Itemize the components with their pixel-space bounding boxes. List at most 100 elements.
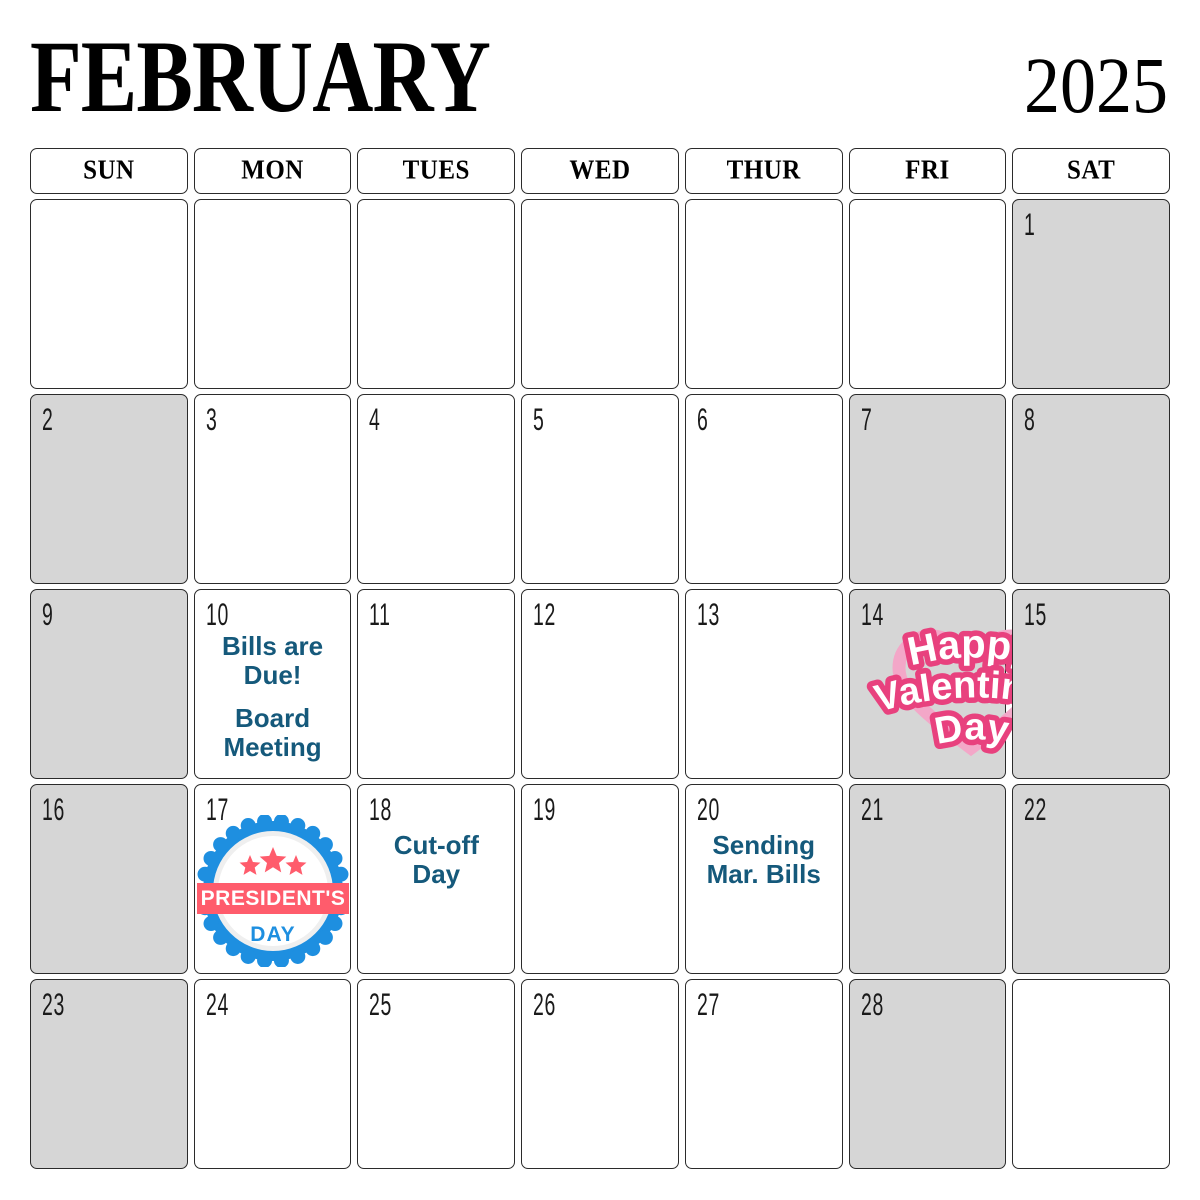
day-cell-16[interactable]: 16 [30,784,188,974]
svg-text:DAY: DAY [250,923,295,946]
day-cell-24[interactable]: 24 [193,979,352,1169]
day-number: 1 [1024,207,1036,242]
calendar-page: FEBRUARY 2025 SUN MON TUES WED THUR FRI SAT 12… [0,0,1200,1200]
day-cell-empty[interactable] [521,199,679,389]
day-cell-18[interactable]: 18 Cut-off Day [357,784,516,974]
day-number: 11 [369,597,392,632]
day-number: 22 [1024,792,1048,827]
day-cell-25[interactable]: 25 [357,979,516,1169]
calendar-weeks: 1 2 3 4 5 6 7 8 9 10 Bills are Due! Board Meeting 11… [30,199,1170,1169]
day-cell-14[interactable]: 14HappyHappyValentinesValentinesDayDay [848,589,1077,779]
weekday-header-wed: WED [521,148,679,194]
day-number: 3 [205,402,218,437]
year-label: 2025 [1024,41,1168,130]
event-label: Sending Mar. Bills [706,830,821,890]
day-number: 15 [1024,597,1048,632]
day-number: 9 [42,597,54,632]
weekday-label: SAT [1066,155,1116,186]
day-cell-19[interactable]: 19 [521,784,679,974]
event-list: Bills are Due! Board Meeting [199,631,347,763]
day-cell-9[interactable]: 9 [30,589,188,779]
weekday-label: WED [569,155,631,186]
day-cell-empty[interactable] [357,199,516,389]
day-cell-1[interactable]: 1 [1012,199,1170,389]
day-cell-28[interactable]: 28 [848,979,1007,1169]
day-cell-empty[interactable] [848,199,1007,389]
week-row: 9 10 Bills are Due! Board Meeting 11 12 13 14 Ha… [30,589,1170,779]
weekday-header-tues: TUES [357,148,516,194]
day-cell-7[interactable]: 7 [848,394,1007,584]
weekday-label: TUES [402,155,470,186]
day-number: 10 [205,597,229,632]
day-cell-6[interactable]: 6 [684,394,843,584]
day-number: 16 [42,792,66,827]
weekday-label: THUR [726,155,801,186]
day-cell-13[interactable]: 13 [684,589,843,779]
day-number: 6 [696,402,709,437]
day-cell-11[interactable]: 11 [357,589,516,779]
day-cell-23[interactable]: 23 [30,979,188,1169]
day-number: 5 [533,402,545,437]
week-row: 16 17 PRESIDENT'S DAY 18 Cut-off Day 19 20 Sendi… [30,784,1170,974]
day-cell-12[interactable]: 12 [521,589,679,779]
day-number: 4 [369,402,381,437]
day-cell-21[interactable]: 21 [848,784,1007,974]
event-list: Sending Mar. Bills [690,830,838,890]
week-row: 2 3 4 5 6 7 8 [30,394,1170,584]
day-cell-empty[interactable] [193,199,352,389]
day-cell-22[interactable]: 22 [1012,784,1170,974]
day-cell-17[interactable]: 17 PRESIDENT'S DAY [193,784,352,974]
day-number: 28 [860,987,884,1022]
day-number: 18 [369,792,393,827]
day-number: 19 [533,792,557,827]
calendar-grid: SUN MON TUES WED THUR FRI SAT 1 2 3 4 5 6 7 8 9 10 Bills… [30,148,1170,1174]
day-number: 21 [860,792,884,827]
calendar-title-row: FEBRUARY 2025 [30,25,1168,132]
weekday-header-mon: MON [193,148,352,194]
weekday-header-sun: SUN [30,148,188,194]
day-cell-empty[interactable] [1012,979,1170,1169]
event-list: Cut-off Day [362,830,510,890]
day-cell-5[interactable]: 5 [521,394,679,584]
day-number: 20 [696,792,720,827]
weekday-header-thur: THUR [684,148,843,194]
weekday-header-fri: FRI [848,148,1007,194]
day-cell-8[interactable]: 8 [1012,394,1170,584]
event-label: Bills are Due! [221,631,324,691]
weekday-label: FRI [905,155,950,186]
svg-text:PRESIDENT'S: PRESIDENT'S [200,887,345,910]
day-cell-2[interactable]: 2 [30,394,188,584]
svg-text:Day: Day [931,706,1011,752]
day-cell-empty[interactable] [30,199,188,389]
day-number: 23 [42,987,66,1022]
weekday-header-sat: SAT [1012,148,1170,194]
day-cell-20[interactable]: 20 Sending Mar. Bills [684,784,843,974]
day-number: 24 [205,987,229,1022]
svg-text:Day: Day [931,706,1011,752]
day-number: 13 [696,597,720,632]
week-row: 23 24 25 26 27 28 [30,979,1170,1169]
day-cell-26[interactable]: 26 [521,979,679,1169]
event-label: Cut-off Day [393,830,479,890]
day-number: 7 [860,402,873,437]
day-number: 27 [696,987,720,1022]
weekday-label: MON [241,155,304,186]
day-cell-10[interactable]: 10 Bills are Due! Board Meeting [193,589,352,779]
page-title: FEBRUARY [30,19,491,134]
day-cell-15[interactable]: 15 [1012,589,1170,779]
weekday-header-row: SUN MON TUES WED THUR FRI SAT [30,148,1170,194]
day-cell-3[interactable]: 3 [193,394,352,584]
day-number: 12 [533,597,557,632]
event-label: Board Meeting [223,703,322,763]
day-cell-27[interactable]: 27 [684,979,843,1169]
day-number: 25 [369,987,393,1022]
day-number: 14 [860,597,884,632]
weekday-label: SUN [83,155,135,186]
day-number: 8 [1024,402,1036,437]
presidents-day-icon: PRESIDENT'S DAY [196,815,349,967]
day-cell-4[interactable]: 4 [357,394,516,584]
day-number: 26 [533,987,557,1022]
day-cell-empty[interactable] [684,199,843,389]
day-number: 2 [42,402,54,437]
week-row: 1 [30,199,1170,389]
